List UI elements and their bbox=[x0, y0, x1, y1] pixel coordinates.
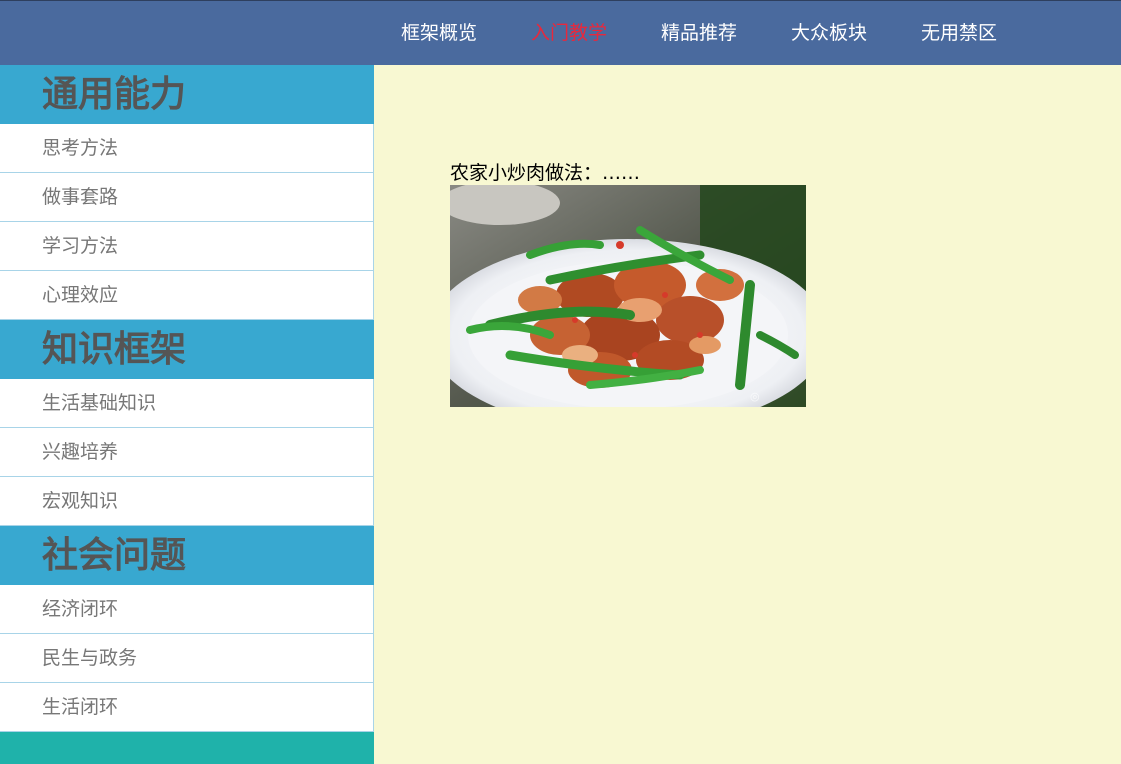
top-navigation: 框架概览 入门教学 精品推荐 大众板块 无用禁区 bbox=[0, 0, 1121, 65]
sidebar-item[interactable]: 兴趣培养 bbox=[0, 428, 374, 477]
sidebar-item[interactable]: 生活闭环 bbox=[0, 683, 374, 732]
sidebar-item[interactable]: 民生与政务 bbox=[0, 634, 374, 683]
sidebar-item[interactable]: 心理效应 bbox=[0, 271, 374, 320]
sidebar-item[interactable]: 学习方法 bbox=[0, 222, 374, 271]
svg-text:◎: ◎ bbox=[750, 390, 760, 403]
nav-list: 框架概览 入门教学 精品推荐 大众板块 无用禁区 bbox=[374, 1, 1024, 66]
main-content: 农家小炒肉做法：…… ◎ bbox=[374, 65, 1121, 764]
sidebar-section-title: 社会问题 bbox=[0, 526, 374, 585]
sidebar-section-title: 知识框架 bbox=[0, 320, 374, 379]
recipe-caption: 农家小炒肉做法：…… bbox=[450, 162, 641, 184]
nav-item-overview[interactable]: 框架概览 bbox=[374, 1, 504, 66]
sidebar-item[interactable]: 宏观知识 bbox=[0, 477, 374, 526]
sidebar-item[interactable]: 生活基础知识 bbox=[0, 379, 374, 428]
sidebar: 通用能力 思考方法 做事套路 学习方法 心理效应 知识框架 生活基础知识 兴趣培… bbox=[0, 65, 374, 764]
sidebar-section-title: 通用能力 bbox=[0, 65, 374, 124]
sidebar-item[interactable]: 经济闭环 bbox=[0, 585, 374, 634]
dish-photo: ◎ bbox=[450, 185, 806, 407]
nav-item-public[interactable]: 大众板块 bbox=[764, 1, 894, 66]
sidebar-item[interactable]: 做事套路 bbox=[0, 173, 374, 222]
nav-item-featured[interactable]: 精品推荐 bbox=[634, 1, 764, 66]
sidebar-item[interactable]: 思考方法 bbox=[0, 124, 374, 173]
nav-item-intro-tutorial[interactable]: 入门教学 bbox=[504, 1, 634, 66]
nav-item-restricted[interactable]: 无用禁区 bbox=[894, 1, 1024, 66]
